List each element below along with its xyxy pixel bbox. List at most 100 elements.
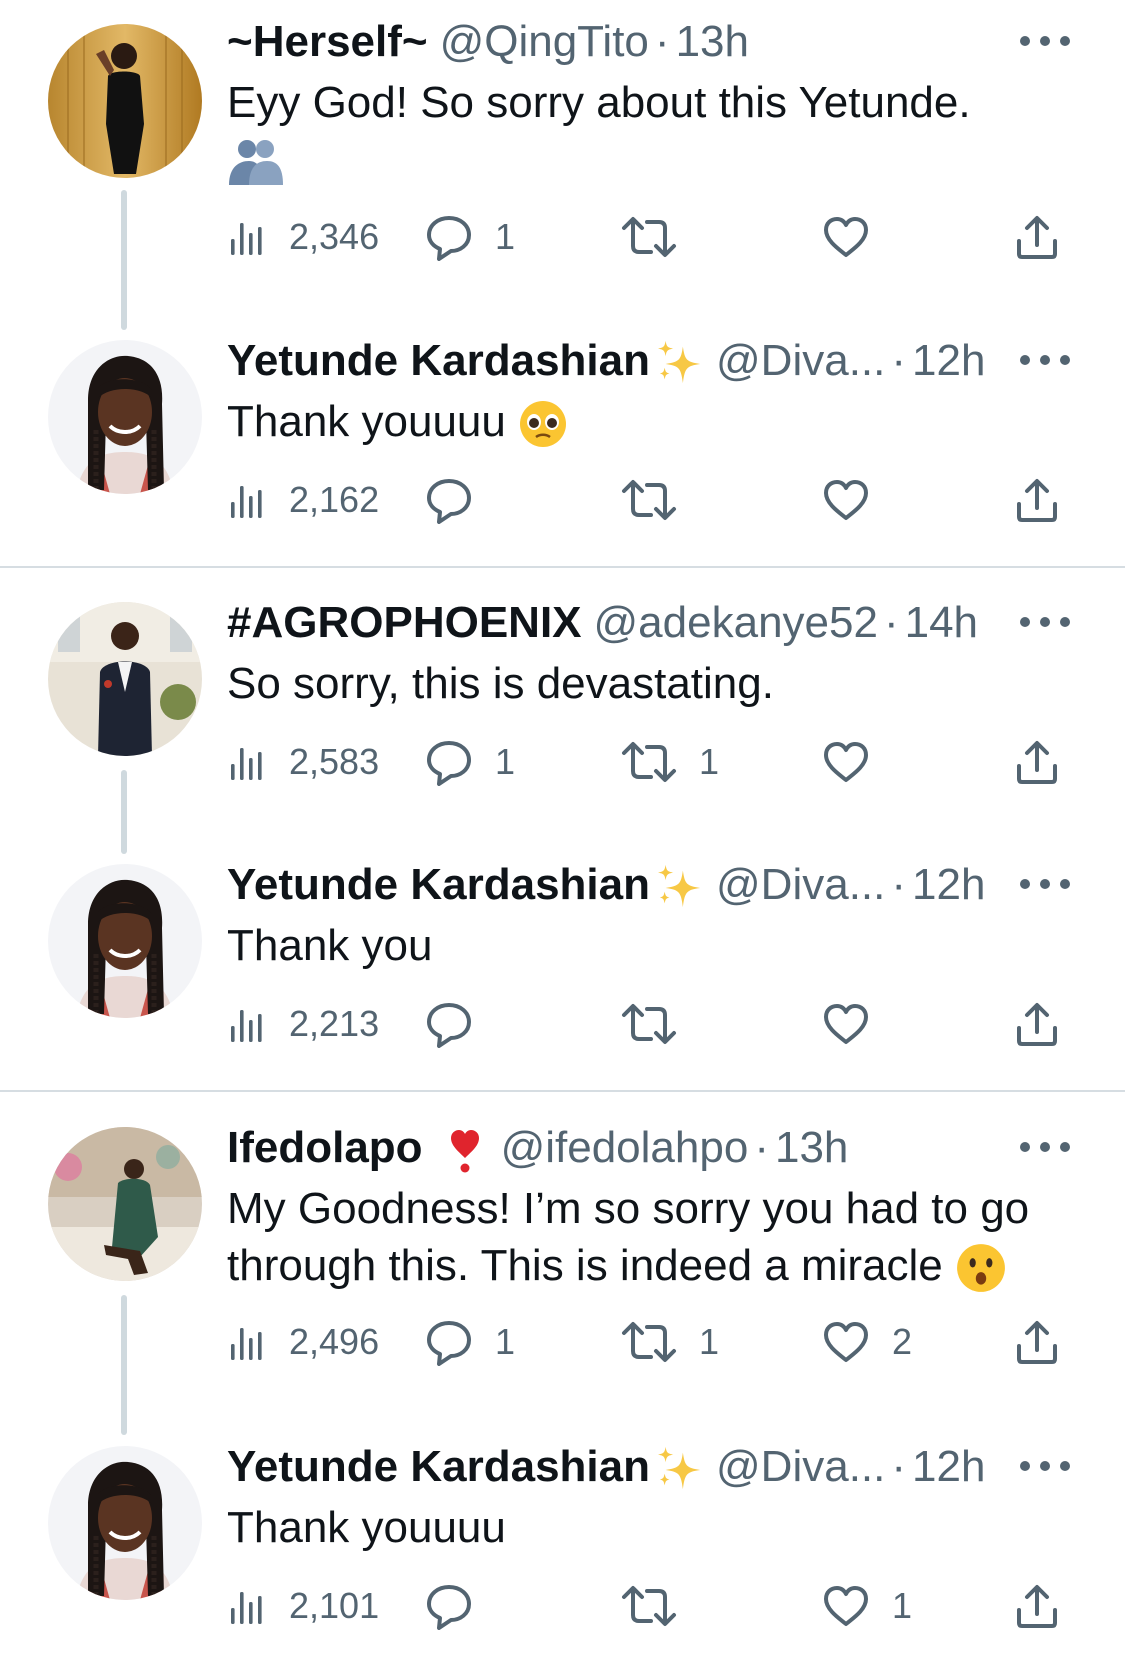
retweet-button[interactable]: 1 xyxy=(621,1312,719,1372)
share-button[interactable] xyxy=(1015,1312,1059,1372)
separator-dot: · xyxy=(754,1123,769,1172)
display-name[interactable]: Yetunde Kardashian xyxy=(227,1442,650,1491)
reply-button[interactable] xyxy=(425,994,495,1054)
reply-icon xyxy=(425,738,473,786)
tweet-actions: 2,213 xyxy=(227,994,1077,1054)
tweet-header: Yetunde Kardashian @Diva... · 12h xyxy=(227,336,1065,386)
tweet-text: Thank you xyxy=(227,917,1073,974)
user-handle[interactable]: @QingTito xyxy=(440,17,649,66)
retweet-button[interactable]: 1 xyxy=(621,732,719,792)
like-icon xyxy=(822,1320,870,1364)
timestamp[interactable]: 14h xyxy=(905,598,978,647)
like-button[interactable] xyxy=(822,994,892,1054)
views-count: 2,162 xyxy=(289,479,380,520)
retweet-button[interactable] xyxy=(621,207,699,267)
share-icon xyxy=(1015,476,1059,524)
timestamp[interactable]: 12h xyxy=(912,336,985,385)
views-icon xyxy=(227,1004,267,1044)
share-icon xyxy=(1015,213,1059,261)
more-icon[interactable] xyxy=(1017,612,1073,632)
sparkles-icon xyxy=(656,863,704,910)
views-button[interactable]: 2,583 xyxy=(227,732,379,792)
more-icon[interactable] xyxy=(1017,874,1073,894)
retweet-icon xyxy=(621,738,677,786)
like-button[interactable] xyxy=(822,470,892,530)
display-name[interactable]: #AGROPHOENIX xyxy=(227,598,582,647)
views-count: 2,583 xyxy=(289,741,380,782)
more-icon[interactable] xyxy=(1017,350,1073,370)
separator-dot: · xyxy=(891,860,907,909)
retweet-count: 1 xyxy=(699,1321,720,1362)
avatar[interactable] xyxy=(48,602,202,756)
views-button[interactable]: 2,101 xyxy=(227,1576,379,1636)
display-name[interactable]: Yetunde Kardashian xyxy=(227,336,650,385)
like-count: 1 xyxy=(892,1585,913,1626)
tweet-header: Yetunde Kardashian @Diva... · 12h xyxy=(227,860,1065,910)
retweet-icon xyxy=(621,1318,677,1366)
avatar[interactable] xyxy=(48,24,202,178)
people-hugging-icon xyxy=(229,140,283,186)
display-name[interactable]: Ifedolapo xyxy=(227,1123,423,1172)
user-handle[interactable]: @ifedolahpo xyxy=(501,1123,749,1172)
tweet-text-content: Eyy God! So sorry about this Yetunde. xyxy=(227,78,971,127)
tweet-actions: 2,162 xyxy=(227,470,1077,530)
reply-icon xyxy=(425,213,473,261)
tweet-header: Yetunde Kardashian @Diva... · 12h xyxy=(227,1442,1065,1492)
tweet-text: My Goodness! I’m so sorry you had to go … xyxy=(227,1180,1073,1294)
display-name[interactable]: Yetunde Kardashian xyxy=(227,860,650,909)
like-icon xyxy=(822,215,870,259)
like-button[interactable] xyxy=(822,732,892,792)
views-button[interactable]: 2,162 xyxy=(227,470,379,530)
views-count: 2,346 xyxy=(289,216,380,257)
more-icon[interactable] xyxy=(1017,31,1073,51)
user-handle[interactable]: @Diva... xyxy=(716,1442,885,1491)
share-button[interactable] xyxy=(1015,732,1059,792)
more-icon[interactable] xyxy=(1017,1456,1073,1476)
user-handle[interactable]: @Diva... xyxy=(716,860,885,909)
share-button[interactable] xyxy=(1015,470,1059,530)
like-button[interactable] xyxy=(822,207,892,267)
retweet-icon xyxy=(621,1582,677,1630)
avatar[interactable] xyxy=(48,864,202,1018)
user-handle[interactable]: @adekanye52 xyxy=(594,598,878,647)
user-handle[interactable]: @Diva... xyxy=(716,336,885,385)
share-button[interactable] xyxy=(1015,994,1059,1054)
display-name[interactable]: ~Herself~ xyxy=(227,17,428,66)
tweet-text-content: Thank youuuu xyxy=(227,397,506,446)
avatar[interactable] xyxy=(48,1127,202,1281)
like-button[interactable]: 2 xyxy=(822,1312,912,1372)
tweet-text-content: So sorry, this is devastating. xyxy=(227,659,774,708)
timestamp[interactable]: 12h xyxy=(912,1442,985,1491)
timestamp[interactable]: 13h xyxy=(775,1123,848,1172)
retweet-button[interactable] xyxy=(621,994,699,1054)
tweet-text-content: Thank you xyxy=(227,921,433,970)
retweet-button[interactable] xyxy=(621,1576,699,1636)
reply-button[interactable] xyxy=(425,470,495,530)
reply-icon xyxy=(425,476,473,524)
views-count: 2,496 xyxy=(289,1321,380,1362)
views-button[interactable]: 2,496 xyxy=(227,1312,379,1372)
avatar[interactable] xyxy=(48,1446,202,1600)
share-button[interactable] xyxy=(1015,1576,1059,1636)
like-icon xyxy=(822,1002,870,1046)
retweet-button[interactable] xyxy=(621,470,699,530)
sparkles-icon xyxy=(656,339,704,386)
avatar[interactable] xyxy=(48,340,202,494)
conversation-divider xyxy=(0,566,1125,568)
reply-button[interactable]: 1 xyxy=(425,207,515,267)
reply-icon xyxy=(425,1582,473,1630)
reply-button[interactable]: 1 xyxy=(425,1312,515,1372)
like-button[interactable]: 1 xyxy=(822,1576,912,1636)
reply-button[interactable] xyxy=(425,1576,495,1636)
views-button[interactable]: 2,346 xyxy=(227,207,379,267)
share-button[interactable] xyxy=(1015,207,1059,267)
reply-button[interactable]: 1 xyxy=(425,732,515,792)
views-button[interactable]: 2,213 xyxy=(227,994,379,1054)
separator-dot: · xyxy=(891,1442,907,1491)
timestamp[interactable]: 12h xyxy=(912,860,985,909)
timestamp[interactable]: 13h xyxy=(676,17,749,66)
tweet-header: #AGROPHOENIX @adekanye52 · 14h xyxy=(227,598,1065,648)
tweet-text-content: Thank youuuu xyxy=(227,1503,506,1552)
more-icon[interactable] xyxy=(1017,1137,1073,1157)
tweet-text-line: through this. This is indeed a miracle xyxy=(227,1241,943,1290)
